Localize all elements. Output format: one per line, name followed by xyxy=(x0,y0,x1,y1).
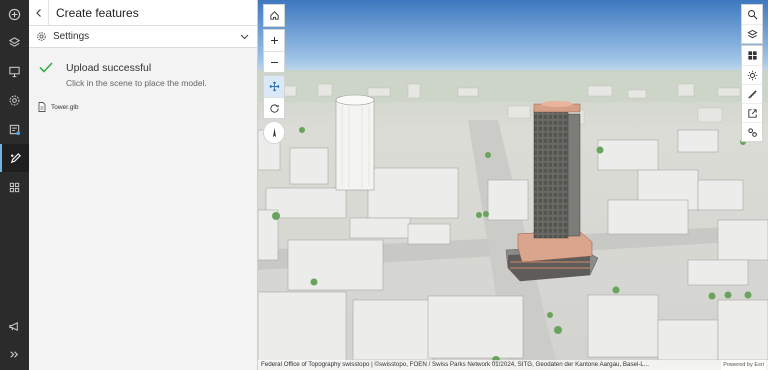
uploaded-file[interactable]: Tower.glb xyxy=(38,102,78,112)
home-control xyxy=(263,4,285,27)
chevron-down-icon xyxy=(240,34,249,39)
zoom-in-button[interactable] xyxy=(264,30,284,51)
slides-button[interactable] xyxy=(0,57,29,85)
grid-icon xyxy=(9,182,20,192)
navigation-mode-control xyxy=(263,75,285,119)
daylight-button[interactable] xyxy=(742,65,762,84)
search-control xyxy=(741,4,763,44)
panel-title: Create features xyxy=(56,5,139,20)
add-content-button[interactable] xyxy=(0,0,29,28)
widgets-button[interactable] xyxy=(0,173,29,201)
file-name: Tower.glb xyxy=(51,103,79,111)
basemap-button[interactable] xyxy=(742,46,762,65)
powered-by[interactable]: Powered by Esri xyxy=(721,360,766,370)
whats-new-button[interactable] xyxy=(0,312,29,340)
legend-icon xyxy=(9,124,21,135)
ruler-icon xyxy=(747,89,757,99)
layers-button[interactable] xyxy=(0,28,29,56)
grid-icon xyxy=(747,51,757,60)
app-rail xyxy=(0,0,29,370)
plus-circle-icon xyxy=(8,8,21,20)
rotate-icon xyxy=(269,103,279,113)
megaphone-icon xyxy=(9,321,18,331)
checkmark-icon xyxy=(39,62,53,73)
compass-button[interactable] xyxy=(264,122,284,143)
plus-icon xyxy=(270,37,278,44)
legend-button[interactable] xyxy=(0,115,29,143)
gear-icon xyxy=(9,95,20,105)
layers-icon xyxy=(8,36,21,47)
layers-tool-button[interactable] xyxy=(742,24,762,43)
search-icon xyxy=(747,10,757,20)
settings-label: Settings xyxy=(53,31,90,42)
settings-tool-button[interactable] xyxy=(742,122,762,141)
edit-features-icon xyxy=(10,152,21,163)
zoom-out-button[interactable] xyxy=(264,51,284,72)
create-features-panel: Create features Settings Upload successf… xyxy=(29,0,258,370)
tools-control xyxy=(741,45,763,142)
white-tower xyxy=(335,94,375,191)
expand-icon xyxy=(10,350,19,358)
home-button[interactable] xyxy=(264,5,284,26)
scene-view[interactable]: Federal Office of Topography swisstopo |… xyxy=(258,0,768,370)
minus-icon xyxy=(270,61,278,63)
home-icon xyxy=(269,11,279,20)
status-title: Upload successful xyxy=(66,62,152,74)
zoom-control xyxy=(263,29,285,73)
panel-header: Create features xyxy=(29,0,257,26)
share-icon xyxy=(747,108,757,118)
create-features-button[interactable] xyxy=(0,144,29,172)
rotate-button[interactable] xyxy=(264,97,284,118)
search-button[interactable] xyxy=(742,5,762,24)
measure-button[interactable] xyxy=(742,84,762,103)
map-attribution[interactable]: Federal Office of Topography swisstopo |… xyxy=(258,360,768,370)
share-button[interactable] xyxy=(742,103,762,122)
pan-button[interactable] xyxy=(264,76,284,97)
city-scene[interactable] xyxy=(258,0,768,370)
gear-icon xyxy=(37,32,46,41)
status-description: Click in the scene to place the model. xyxy=(66,78,207,88)
sun-icon xyxy=(747,70,757,80)
sky xyxy=(258,0,768,80)
settings-section[interactable]: Settings xyxy=(29,26,257,48)
properties-button[interactable] xyxy=(0,86,29,114)
back-button[interactable] xyxy=(29,0,49,26)
layers-icon xyxy=(746,29,758,38)
gears-icon xyxy=(747,127,757,137)
pan-icon xyxy=(269,81,279,92)
file-icon xyxy=(38,102,46,112)
compass-icon xyxy=(272,127,276,138)
expand-rail-button[interactable] xyxy=(0,340,29,368)
chevron-left-icon xyxy=(35,8,41,17)
presentation-icon xyxy=(9,66,20,77)
compass-control xyxy=(263,121,285,144)
